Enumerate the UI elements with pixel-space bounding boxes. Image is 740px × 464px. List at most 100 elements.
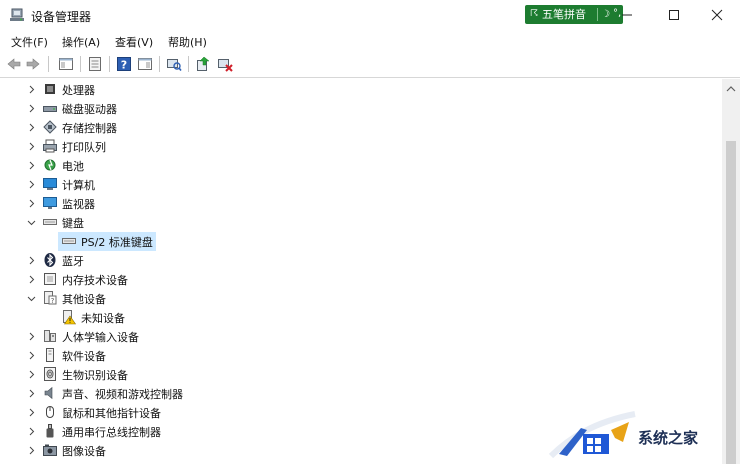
- computer-icon: [43, 178, 57, 190]
- title-bar: 设备管理器 ☈ 五笔拼音 ☽ °,: [0, 0, 740, 30]
- device-manager-icon: [10, 8, 24, 21]
- hid-icon: [44, 330, 56, 342]
- speaker-icon: [44, 386, 53, 400]
- forward-arrow-icon[interactable]: [25, 56, 41, 72]
- tree-category-item[interactable]: 软件设备: [0, 346, 722, 365]
- chevron-right-icon[interactable]: [27, 123, 36, 132]
- tree-item-label: 蓝牙: [62, 255, 84, 268]
- keyboard-icon: [62, 238, 76, 244]
- tree-category-item[interactable]: 电池: [0, 156, 722, 175]
- tree-item-label: 打印队列: [62, 141, 106, 154]
- scroll-up-arrow-icon[interactable]: [726, 85, 736, 93]
- chevron-right-icon[interactable]: [27, 370, 36, 379]
- tree-category-item[interactable]: 声音、视频和游戏控制器: [0, 384, 722, 403]
- tree-category-item[interactable]: ? 其他设备: [0, 289, 722, 308]
- tree-item-label: 人体学输入设备: [62, 331, 139, 344]
- toolbar-divider: [80, 56, 81, 72]
- properties-icon[interactable]: [87, 56, 103, 72]
- menu-action[interactable]: 操作(A): [62, 34, 100, 50]
- menu-file[interactable]: 文件(F): [11, 34, 48, 50]
- tree-item-label: 存储控制器: [62, 122, 117, 135]
- tree-category-item[interactable]: 蓝牙: [0, 251, 722, 270]
- chevron-right-icon[interactable]: [27, 85, 36, 94]
- tree-category-item[interactable]: 存储控制器: [0, 118, 722, 137]
- svg-text:?: ?: [121, 59, 127, 72]
- tree-item-label: 未知设备: [81, 312, 125, 325]
- chevron-down-icon[interactable]: [27, 218, 36, 227]
- chevron-right-icon[interactable]: [27, 427, 36, 436]
- tree-item-label: 图像设备: [62, 445, 106, 458]
- chevron-right-icon[interactable]: [27, 408, 36, 417]
- chevron-right-icon[interactable]: [27, 104, 36, 113]
- chevron-right-icon[interactable]: [27, 142, 36, 151]
- tree-category-item[interactable]: 人体学输入设备: [0, 327, 722, 346]
- chevron-right-icon[interactable]: [27, 161, 36, 170]
- tree-category-item[interactable]: 键盘: [0, 213, 722, 232]
- scan-hardware-icon[interactable]: [166, 56, 182, 72]
- watermark-text: 系统之家: [638, 429, 699, 447]
- tree-item-label: 软件设备: [62, 350, 106, 363]
- memory-device-icon: [44, 273, 56, 285]
- toolbar: ?: [0, 51, 740, 78]
- tree-item-label: 键盘: [62, 217, 84, 230]
- show-hide-console-tree-icon[interactable]: [58, 56, 74, 72]
- camera-icon: [43, 444, 57, 456]
- minimize-icon: [622, 14, 632, 16]
- chevron-right-icon[interactable]: [27, 446, 36, 455]
- monitor-icon: [43, 197, 57, 209]
- back-arrow-icon[interactable]: [6, 56, 22, 72]
- toolbar-divider: [109, 56, 110, 72]
- toolbar-divider: [188, 56, 189, 72]
- chevron-right-icon[interactable]: [27, 389, 36, 398]
- menu-help[interactable]: 帮助(H): [168, 34, 207, 50]
- tree-category-item[interactable]: 内存技术设备: [0, 270, 722, 289]
- help-icon[interactable]: ?: [116, 56, 132, 72]
- tree-item-label: 通用串行总线控制器: [62, 426, 161, 439]
- chevron-right-icon[interactable]: [27, 180, 36, 189]
- unknown-device-warning-icon: [63, 310, 77, 325]
- tree-item-label: 生物识别设备: [62, 369, 128, 382]
- chevron-right-icon[interactable]: [27, 275, 36, 284]
- chevron-right-icon[interactable]: [27, 199, 36, 208]
- tree-leaf-item[interactable]: 未知设备: [0, 308, 722, 327]
- window-title: 设备管理器: [31, 10, 92, 24]
- tree-item-label: 监视器: [62, 198, 95, 211]
- other-devices-icon: ?: [44, 291, 57, 305]
- tree-item-label: 计算机: [62, 179, 95, 192]
- tree-category-item[interactable]: 计算机: [0, 175, 722, 194]
- minimize-button[interactable]: [604, 0, 650, 30]
- disk-drive-icon: [43, 106, 57, 112]
- ime-label[interactable]: 五笔拼音: [542, 5, 586, 24]
- tree-item-label: PS/2 标准键盘: [81, 236, 153, 249]
- tree-leaf-item[interactable]: PS/2 标准键盘: [0, 232, 722, 251]
- chevron-down-icon[interactable]: ☈: [530, 5, 538, 24]
- tree-item-label: 声音、视频和游戏控制器: [62, 388, 183, 401]
- tree-category-item[interactable]: 监视器: [0, 194, 722, 213]
- keyboard-icon: [43, 219, 57, 225]
- menu-view[interactable]: 查看(V): [115, 34, 153, 50]
- tree-item-label: 电池: [62, 160, 84, 173]
- maximize-icon: [669, 10, 679, 20]
- maximize-button[interactable]: [651, 0, 697, 30]
- chevron-right-icon[interactable]: [27, 332, 36, 341]
- close-button[interactable]: [694, 0, 740, 30]
- chevron-right-icon[interactable]: [27, 256, 36, 265]
- tree-category-item[interactable]: 生物识别设备: [0, 365, 722, 384]
- uninstall-device-icon[interactable]: [217, 56, 233, 72]
- close-icon: [711, 9, 723, 21]
- chevron-right-icon[interactable]: [27, 351, 36, 360]
- processor-icon: [45, 84, 55, 94]
- update-driver-icon[interactable]: [195, 56, 211, 72]
- action-pane-icon[interactable]: [137, 56, 153, 72]
- tree-item-label: 磁盘驱动器: [62, 103, 117, 116]
- tree-item-label: 处理器: [62, 84, 95, 97]
- chevron-down-icon[interactable]: [27, 294, 36, 303]
- watermark: 系统之家: [545, 406, 740, 464]
- svg-text:?: ?: [51, 297, 55, 305]
- tree-category-item[interactable]: 磁盘驱动器: [0, 99, 722, 118]
- software-device-icon: [46, 348, 54, 362]
- tree-category-item[interactable]: 打印队列: [0, 137, 722, 156]
- ime-divider: [597, 8, 598, 21]
- tree-item-label: 内存技术设备: [62, 274, 128, 287]
- tree-category-item[interactable]: 处理器: [0, 80, 722, 99]
